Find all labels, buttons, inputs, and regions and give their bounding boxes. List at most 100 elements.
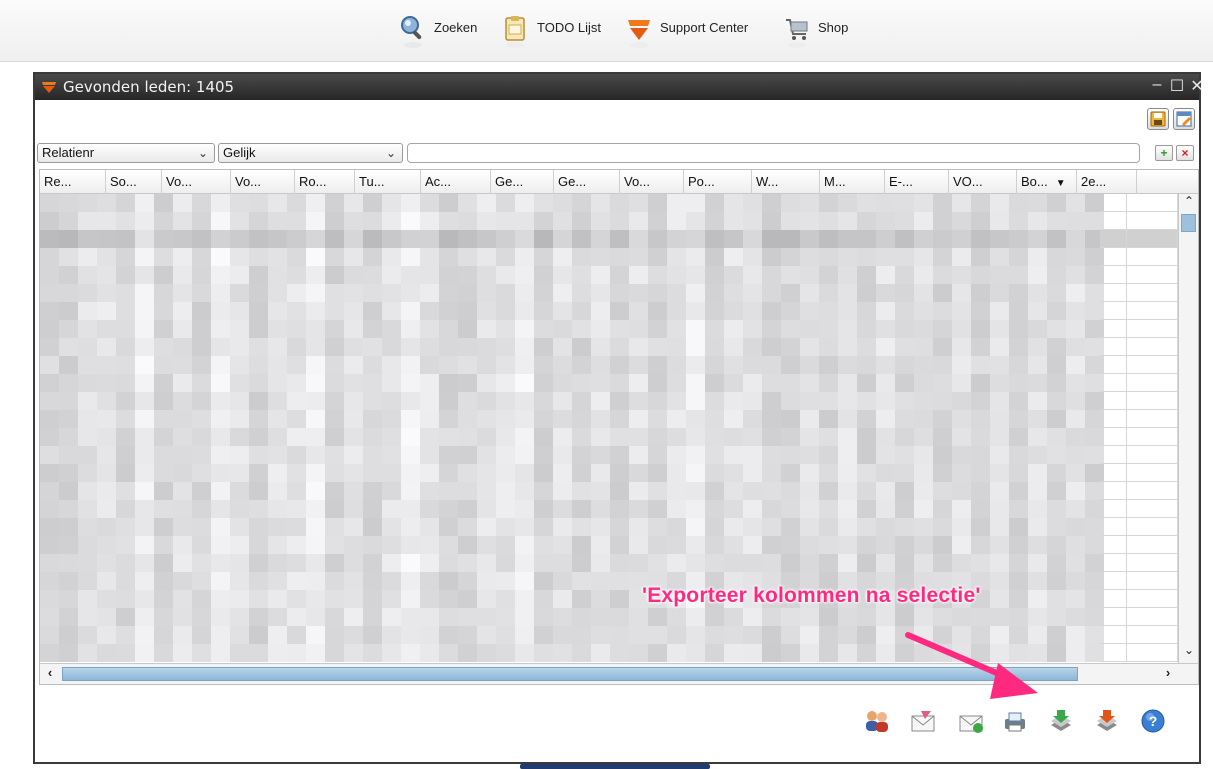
redacted-cell [629, 410, 648, 428]
nav-item-shop[interactable]: Shop [782, 14, 848, 50]
redacted-cell [572, 590, 591, 608]
column-header[interactable]: E-... [885, 170, 949, 194]
table-row[interactable] [40, 428, 1178, 446]
column-header[interactable]: Ac... [421, 170, 491, 194]
close-button[interactable]: ✕ [1187, 76, 1207, 96]
redacted-cell [762, 194, 781, 212]
filter-field-select[interactable]: Relatienr ⌄ [37, 143, 215, 163]
nav-item-zoeken[interactable]: Zoeken [398, 14, 477, 50]
redacted-cell [724, 284, 743, 302]
column-header[interactable]: Tu... [355, 170, 421, 194]
vertical-scrollbar[interactable]: ⌃ ⌄ [1178, 194, 1198, 663]
redacted-cell [800, 500, 819, 518]
table-body[interactable] [40, 194, 1178, 663]
redacted-cell [97, 320, 116, 338]
table-row[interactable] [40, 212, 1178, 230]
table-row[interactable] [40, 572, 1178, 590]
redacted-cell [553, 518, 572, 536]
table-row[interactable] [40, 284, 1178, 302]
column-header[interactable]: Bo... ▼ [1017, 170, 1077, 194]
scroll-up-icon[interactable]: ⌃ [1179, 194, 1198, 212]
table-row[interactable] [40, 248, 1178, 266]
save-button[interactable] [1147, 108, 1169, 130]
column-header[interactable]: Re... [40, 170, 106, 194]
redacted-cell [439, 500, 458, 518]
column-header[interactable]: M... [820, 170, 885, 194]
table-row[interactable] [40, 536, 1178, 554]
scroll-left-icon[interactable]: ‹ [40, 665, 60, 683]
filter-value-input[interactable] [407, 143, 1140, 163]
table-row[interactable] [40, 266, 1178, 284]
help-button[interactable]: ? [1139, 707, 1167, 735]
redacted-cell [762, 446, 781, 464]
redacted-cell [439, 194, 458, 212]
scroll-right-icon[interactable]: › [1158, 665, 1178, 683]
column-header[interactable]: Vo... [620, 170, 684, 194]
column-header[interactable]: VO... [949, 170, 1017, 194]
column-header[interactable]: Vo... [162, 170, 231, 194]
table-row[interactable] [40, 320, 1178, 338]
table-row[interactable] [40, 518, 1178, 536]
column-header[interactable]: Ro... [295, 170, 355, 194]
minimize-button[interactable]: – [1147, 76, 1167, 94]
redacted-cell [857, 212, 876, 230]
table-row[interactable] [40, 230, 1178, 248]
table-row[interactable] [40, 392, 1178, 410]
table-row[interactable] [40, 590, 1178, 608]
maximize-button[interactable]: ☐ [1167, 76, 1187, 96]
column-header[interactable]: Vo... [231, 170, 295, 194]
table-row[interactable] [40, 500, 1178, 518]
redacted-cell [116, 374, 135, 392]
column-header[interactable]: Ge... [491, 170, 554, 194]
redacted-cell [914, 230, 933, 248]
scroll-down-icon[interactable]: ⌄ [1179, 643, 1198, 661]
redacted-cell [135, 212, 154, 230]
table-row[interactable] [40, 338, 1178, 356]
redacted-cell [800, 428, 819, 446]
redacted-cell [382, 608, 401, 626]
redacted-cell [477, 284, 496, 302]
redacted-cell [439, 410, 458, 428]
redacted-cell [534, 374, 553, 392]
redacted-cell [857, 410, 876, 428]
table-row[interactable] [40, 194, 1178, 212]
table-row[interactable] [40, 446, 1178, 464]
group-members-button[interactable] [863, 707, 891, 735]
column-header[interactable]: So... [106, 170, 162, 194]
redacted-cell [173, 392, 192, 410]
redacted-cell [97, 374, 116, 392]
export-selected-columns-button[interactable] [1047, 707, 1075, 735]
table-row[interactable] [40, 482, 1178, 500]
column-header[interactable]: Ge... [554, 170, 620, 194]
column-header[interactable]: 2e... [1077, 170, 1137, 194]
column-header[interactable]: W... [752, 170, 820, 194]
table-row[interactable] [40, 554, 1178, 572]
redacted-cell [477, 410, 496, 428]
table-row[interactable] [40, 464, 1178, 482]
redacted-cell [553, 212, 572, 230]
table-row[interactable] [40, 356, 1178, 374]
export-all-button[interactable] [1093, 707, 1121, 735]
redacted-cell [496, 608, 515, 626]
redacted-cell [230, 626, 249, 644]
nav-item-support-center[interactable]: Support Center [624, 14, 748, 50]
edit-columns-button[interactable] [1173, 108, 1195, 130]
redacted-cell [230, 644, 249, 662]
table-row[interactable] [40, 374, 1178, 392]
redacted-cell [686, 482, 705, 500]
column-header[interactable]: Po... [684, 170, 752, 194]
add-filter-button[interactable]: + [1155, 145, 1173, 161]
table-row[interactable] [40, 410, 1178, 428]
redacted-cell [1009, 554, 1028, 572]
table-row[interactable] [40, 608, 1178, 626]
redacted-cell [439, 644, 458, 662]
nav-item-todo-lijst[interactable]: TODO Lijst [501, 14, 601, 50]
redacted-cell [363, 212, 382, 230]
window-titlebar[interactable]: Gevonden leden: 1405 – ☐ ✕ [35, 74, 1204, 100]
table-row[interactable] [40, 302, 1178, 320]
redacted-cell [268, 644, 287, 662]
redacted-cell [135, 356, 154, 374]
vertical-scroll-thumb[interactable] [1181, 214, 1196, 232]
filter-operator-select[interactable]: Gelijk ⌄ [218, 143, 403, 163]
remove-filter-button[interactable]: × [1176, 145, 1194, 161]
